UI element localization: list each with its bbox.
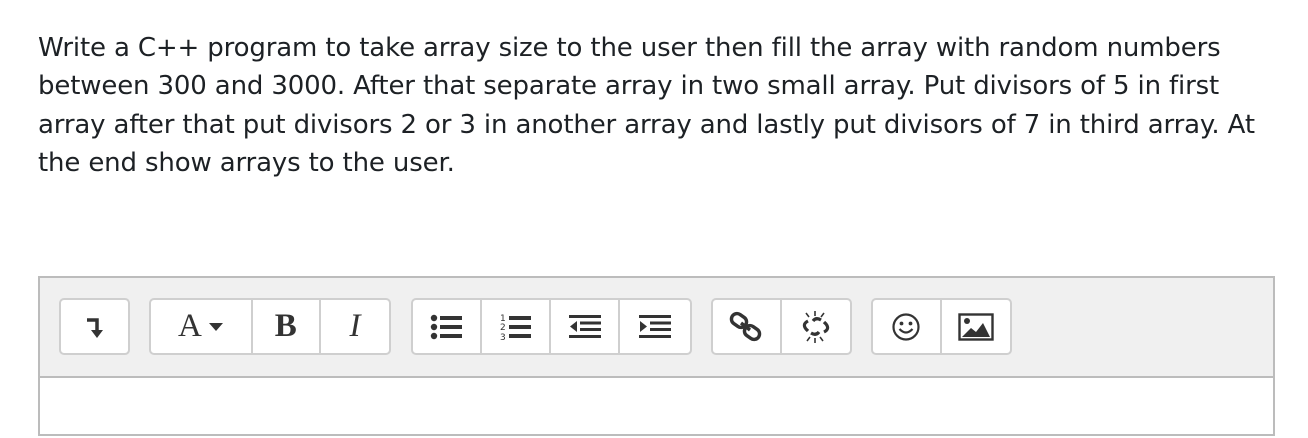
toggle-toolbar-icon	[86, 317, 103, 338]
question-text: Write a C++ program to take array size t…	[38, 33, 1255, 178]
text-editor: A B I 1 2 3	[38, 276, 1275, 436]
italic-icon: I	[349, 308, 361, 344]
link-button[interactable]	[713, 300, 782, 353]
emoticon-button[interactable]	[873, 300, 942, 353]
show-more-buttons-button[interactable]	[61, 300, 128, 353]
image-icon	[958, 312, 994, 341]
toolbar-group-format: A B I	[149, 298, 391, 355]
unlink-button[interactable]	[782, 300, 851, 353]
unordered-list-button[interactable]	[413, 300, 482, 353]
emoticon-icon	[892, 312, 920, 341]
image-button[interactable]	[942, 300, 1011, 353]
indent-icon	[638, 314, 671, 338]
toolbar-group-insert	[871, 298, 1012, 355]
outdent-button[interactable]	[551, 300, 620, 353]
unordered-list-icon	[430, 314, 462, 339]
unlink-icon	[802, 310, 829, 343]
toolbar-group-links	[711, 298, 852, 355]
link-icon	[730, 311, 762, 341]
bold-button[interactable]: B	[253, 300, 321, 353]
indent-button[interactable]	[620, 300, 689, 353]
toolbar-group-lists: 1 2 3	[411, 298, 692, 355]
font-style-button[interactable]: A	[151, 300, 253, 353]
editor-content-area[interactable]	[40, 378, 1273, 438]
outdent-icon	[568, 314, 601, 338]
svg-text:3: 3	[500, 333, 506, 342]
font-style-icon: A	[177, 308, 202, 344]
ordered-list-icon: 1 2 3	[500, 314, 531, 342]
caret-down-icon	[208, 322, 223, 331]
bold-icon: B	[274, 308, 297, 344]
italic-button[interactable]: I	[321, 300, 389, 353]
svg-text:2: 2	[500, 323, 506, 333]
toolbar-group-toggle	[59, 298, 130, 355]
editor-toolbar: A B I 1 2 3	[40, 278, 1273, 378]
ordered-list-button[interactable]: 1 2 3	[482, 300, 551, 353]
